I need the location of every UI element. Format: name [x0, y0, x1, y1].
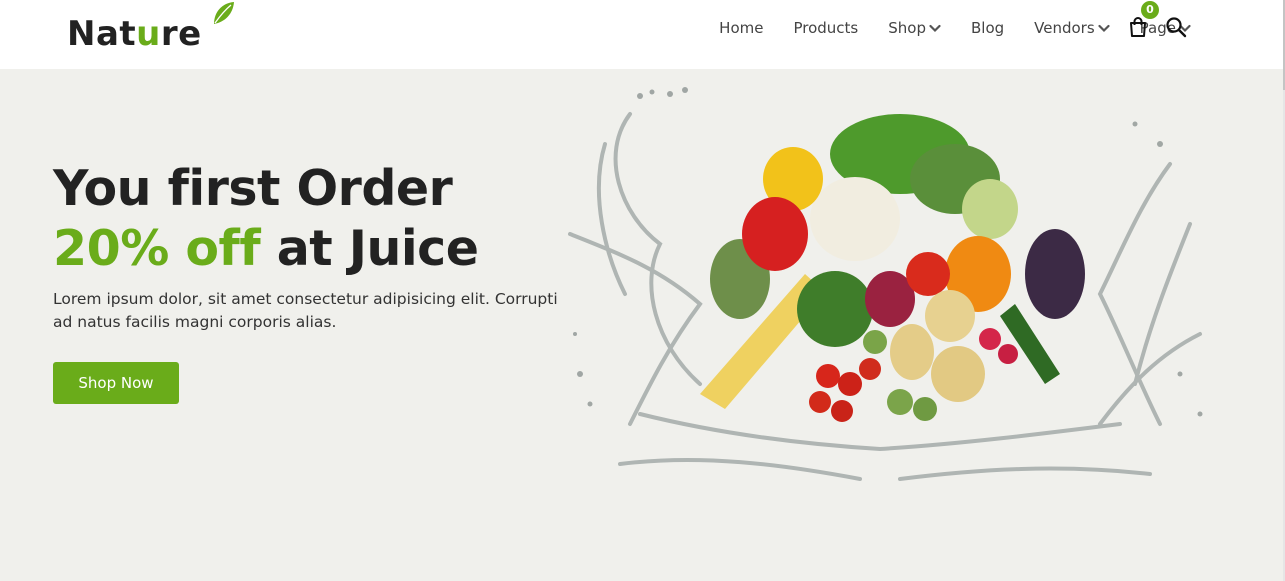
- vegetables-splash-image: [568, 87, 1203, 481]
- brand-name-start: Nat: [67, 14, 137, 54]
- leaf-icon: [214, 2, 234, 24]
- shopping-bag-icon[interactable]: [1127, 16, 1149, 38]
- nav-shop-label: Shop: [888, 19, 926, 37]
- hero-title-line1: You first Order: [53, 160, 453, 217]
- nav-home-label: Home: [719, 19, 764, 37]
- hero-title-line2: 20% off at Juice: [53, 219, 479, 279]
- search-icon[interactable]: [1165, 16, 1187, 38]
- nav-products-label: Products: [793, 19, 859, 37]
- brand-logo[interactable]: Nature: [67, 2, 234, 54]
- nav-home[interactable]: Home: [719, 19, 763, 37]
- hero-section: You first Order 20% off at Juice Lorem i…: [0, 69, 1283, 581]
- main-nav: Home Products Shop Blog Vendors Page: [719, 17, 1191, 39]
- brand-name-accent: u: [136, 14, 161, 54]
- hero-title-highlight: 20% off: [53, 220, 261, 277]
- nav-shop[interactable]: Shop: [888, 19, 941, 37]
- chevron-down-icon: [929, 24, 941, 32]
- shop-now-button[interactable]: Shop Now: [53, 362, 179, 404]
- cart-count-badge: 0: [1141, 1, 1159, 19]
- nav-blog-label: Blog: [970, 19, 1005, 37]
- nav-products[interactable]: Products: [793, 19, 858, 37]
- nav-blog[interactable]: Blog: [971, 19, 1004, 37]
- hero-title-rest: at Juice: [276, 220, 479, 277]
- nav-vendors[interactable]: Vendors: [1034, 19, 1110, 37]
- nav-vendors-label: Vendors: [1034, 19, 1095, 37]
- hero-title: You first Order 20% off at Juice: [53, 159, 479, 279]
- chevron-down-icon: [1098, 24, 1110, 32]
- site-header: Nature Home Products Shop Blog Vendors P…: [0, 0, 1285, 69]
- brand-name-end: re: [160, 14, 202, 54]
- hero-description: Lorem ipsum dolor, sit amet consectetur …: [53, 290, 558, 331]
